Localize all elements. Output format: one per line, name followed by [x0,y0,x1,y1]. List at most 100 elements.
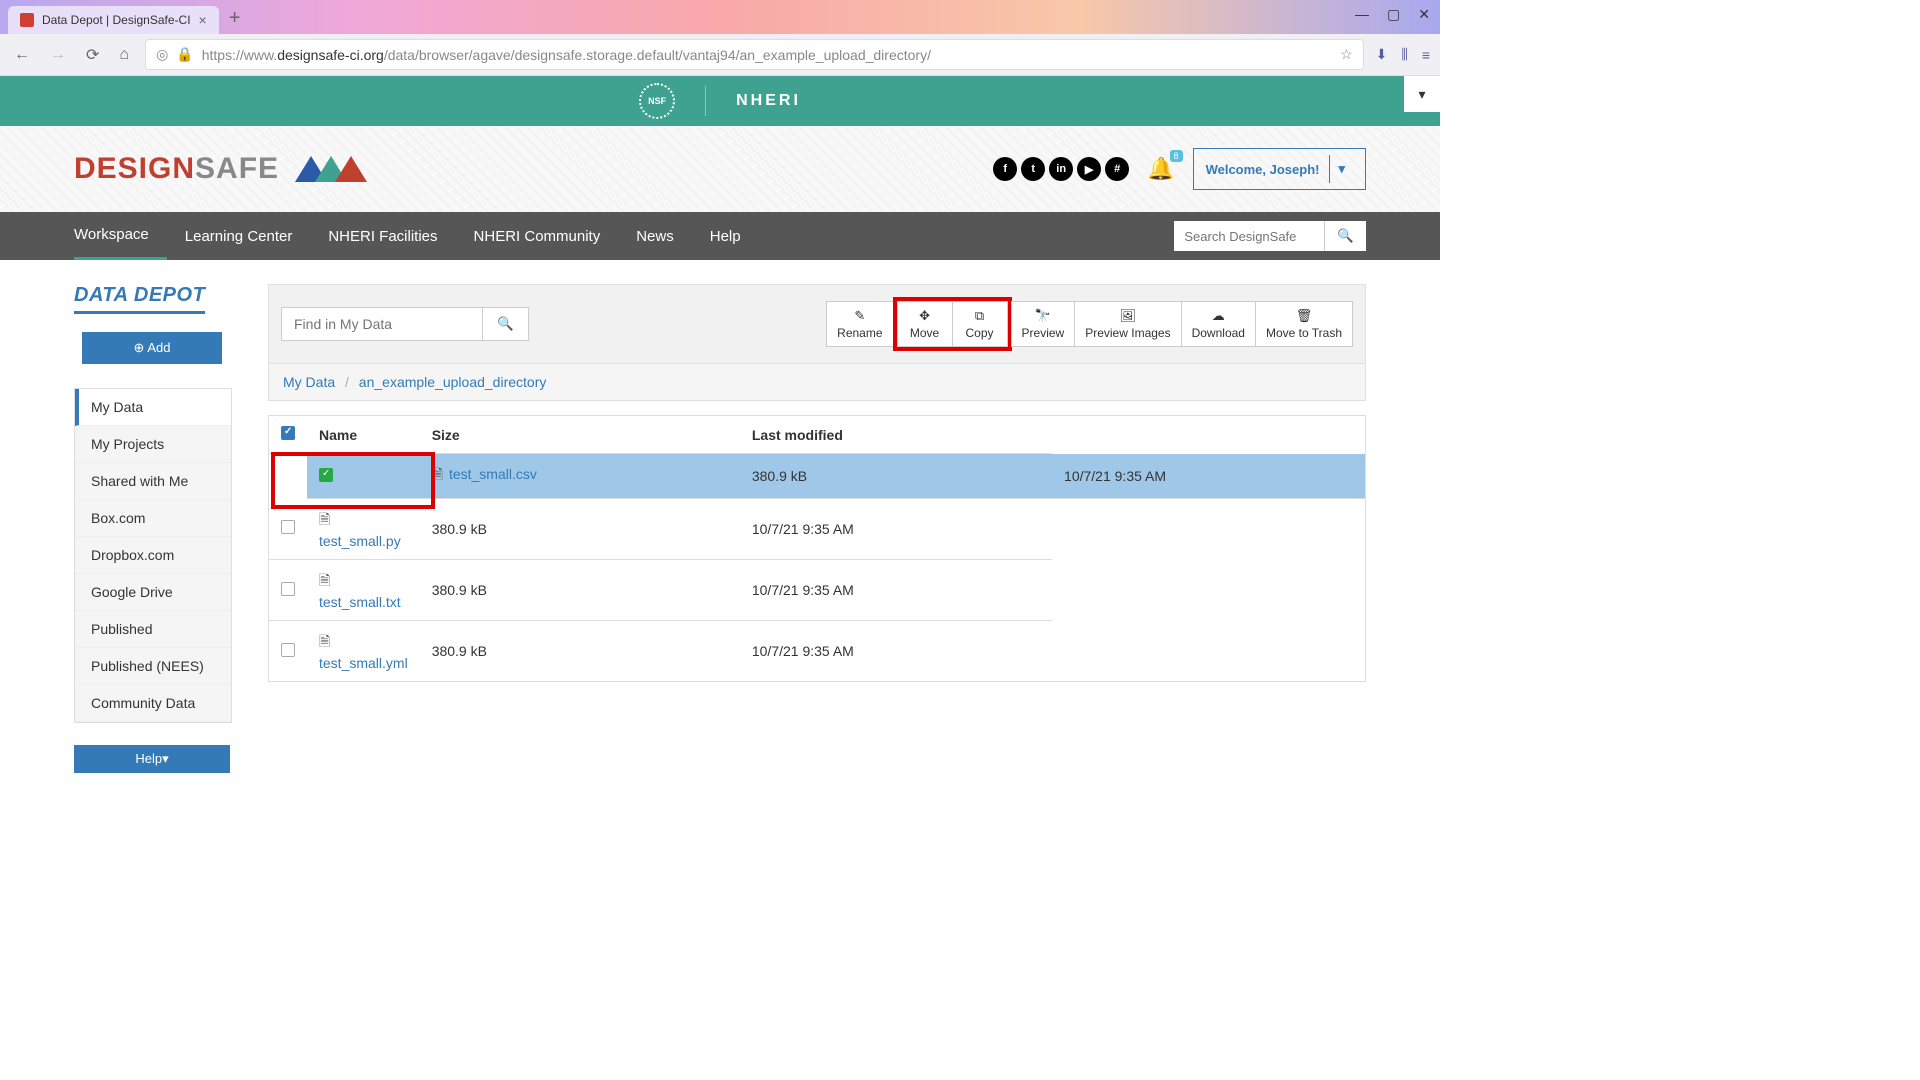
image-icon: 🖼 [1120,308,1137,324]
add-button[interactable]: ⊕ Add [82,332,222,364]
nav-nheri-community[interactable]: NHERI Community [456,212,619,260]
reload-button[interactable]: ⟳ [82,41,103,69]
designsafe-logo[interactable]: DESIGNSAFE [74,152,279,186]
slack-icon[interactable]: # [1105,157,1129,181]
nav-help[interactable]: Help [692,212,759,260]
sidebar-item-my-data[interactable]: My Data [75,389,231,426]
breadcrumb-root[interactable]: My Data [283,374,335,390]
sidebar-item-my-projects[interactable]: My Projects [75,426,231,463]
nav-learning-center[interactable]: Learning Center [167,212,311,260]
row-checkbox[interactable] [281,582,295,596]
sidebar-item-google-drive[interactable]: Google Drive [75,574,231,611]
minimize-button[interactable]: — [1355,6,1369,23]
browser-tab-strip: Data Depot | DesignSafe-CI × + [0,0,1440,34]
copy-icon: ⧉ [975,308,984,324]
logo-graphic [295,156,367,182]
youtube-icon[interactable]: ▶ [1077,157,1101,181]
sidebar: DATA DEPOT ⊕ Add My Data My Projects Sha… [74,284,232,773]
find-button[interactable]: 🔍 [482,308,528,340]
library-icon[interactable]: ⫼ [1401,46,1407,63]
file-link[interactable]: test_small.yml [319,655,408,671]
close-window-button[interactable]: ✕ [1418,6,1430,23]
file-icon: 🗎 [319,633,330,649]
sidebar-item-published-nees[interactable]: Published (NEES) [75,648,231,685]
copy-button[interactable]: ⧉Copy [952,301,1008,347]
address-bar[interactable]: ◎ 🔒 https://www.designsafe-ci.org/data/b… [145,39,1364,70]
sidebar-item-shared-with-me[interactable]: Shared with Me [75,463,231,500]
table-row[interactable]: 🗎test_small.csv 380.9 kB 10/7/21 9:35 AM [269,454,1366,499]
move-icon: ✥ [919,308,930,324]
site-search-button[interactable]: 🔍 [1324,221,1366,251]
preview-button[interactable]: 🔭Preview [1011,301,1076,347]
site-search-input[interactable] [1174,221,1324,251]
col-size[interactable]: Size [420,416,740,454]
bookmark-star-icon[interactable]: ☆ [1340,46,1353,63]
new-tab-button[interactable]: + [219,3,251,34]
tab-close-icon[interactable]: × [199,12,207,28]
breadcrumb-current[interactable]: an_example_upload_directory [359,374,547,390]
linkedin-icon[interactable]: in [1049,157,1073,181]
nav-workspace[interactable]: Workspace [74,212,167,260]
breadcrumb-separator: / [339,374,355,390]
move-to-trash-button[interactable]: 🗑Move to Trash [1255,301,1353,347]
nav-news[interactable]: News [618,212,692,260]
select-all-checkbox[interactable] [281,426,295,440]
social-icons: f t in ▶ # [993,157,1129,181]
sidebar-item-dropbox[interactable]: Dropbox.com [75,537,231,574]
help-button[interactable]: Help▾ [74,745,230,773]
table-row[interactable]: 🗎test_small.py 380.9 kB 10/7/21 9:35 AM [269,499,1366,560]
sidebar-item-published[interactable]: Published [75,611,231,648]
lock-icon: 🔒 [176,46,193,63]
main-panel: 🔍 ✎Rename ✥Move ⧉Copy 🔭Preview 🖼Preview … [268,284,1366,773]
download-icon: ☁ [1212,308,1225,324]
back-button[interactable]: ← [10,42,34,68]
divider [705,86,706,116]
file-modified: 10/7/21 9:35 AM [1052,454,1365,499]
rename-button[interactable]: ✎Rename [826,301,893,347]
find-input[interactable] [282,308,482,340]
file-link[interactable]: test_small.py [319,533,401,549]
table-row[interactable]: 🗎test_small.txt 380.9 kB 10/7/21 9:35 AM [269,560,1366,621]
row-checkbox[interactable] [281,520,295,534]
nsf-logo-icon: NSF [639,83,675,119]
topbar-dropdown-button[interactable]: ▾ [1404,76,1440,112]
downloads-icon[interactable]: ⬇ [1376,46,1388,63]
file-size: 380.9 kB [740,454,1052,499]
window-controls: — ▢ ✕ [1355,6,1430,23]
sidebar-item-community-data[interactable]: Community Data [75,685,231,722]
data-depot-title: DATA DEPOT [74,284,205,314]
file-link[interactable]: test_small.txt [319,594,401,610]
twitter-icon[interactable]: t [1021,157,1045,181]
col-modified[interactable]: Last modified [740,416,1052,454]
download-button[interactable]: ☁Download [1181,301,1256,347]
file-size: 380.9 kB [420,560,740,621]
home-button[interactable]: ⌂ [115,42,133,68]
maximize-button[interactable]: ▢ [1387,6,1400,23]
forward-button[interactable]: → [46,42,70,68]
notifications-button[interactable]: 🔔8 [1147,156,1174,182]
sidebar-list: My Data My Projects Shared with Me Box.c… [74,388,232,723]
move-button[interactable]: ✥Move [897,301,953,347]
file-table: Name Size Last modified 🗎test_small.csv … [268,415,1366,682]
file-icon: 🗎 [319,572,330,588]
sidebar-item-box[interactable]: Box.com [75,500,231,537]
plus-icon: ⊕ [134,340,148,355]
table-row[interactable]: 🗎test_small.yml 380.9 kB 10/7/21 9:35 AM [269,621,1366,682]
nav-nheri-facilities[interactable]: NHERI Facilities [310,212,455,260]
tab-title: Data Depot | DesignSafe-CI [42,13,191,27]
preview-images-button[interactable]: 🖼Preview Images [1074,301,1181,347]
col-name[interactable]: Name [307,416,420,454]
nheri-label: NHERI [736,92,801,110]
file-size: 380.9 kB [420,621,740,682]
menu-icon[interactable]: ≡ [1422,47,1430,63]
facebook-icon[interactable]: f [993,157,1017,181]
breadcrumb: My Data / an_example_upload_directory [268,364,1366,401]
row-checkbox[interactable] [319,468,333,482]
row-checkbox[interactable] [281,643,295,657]
trash-icon: 🗑 [1296,308,1313,324]
browser-tab[interactable]: Data Depot | DesignSafe-CI × [8,6,219,34]
file-toolbar: 🔍 ✎Rename ✥Move ⧉Copy 🔭Preview 🖼Preview … [268,284,1366,364]
user-menu-button[interactable]: Welcome, Joseph! ▾ [1193,148,1366,190]
file-modified: 10/7/21 9:35 AM [740,499,1052,560]
file-link[interactable]: test_small.csv [449,466,537,482]
